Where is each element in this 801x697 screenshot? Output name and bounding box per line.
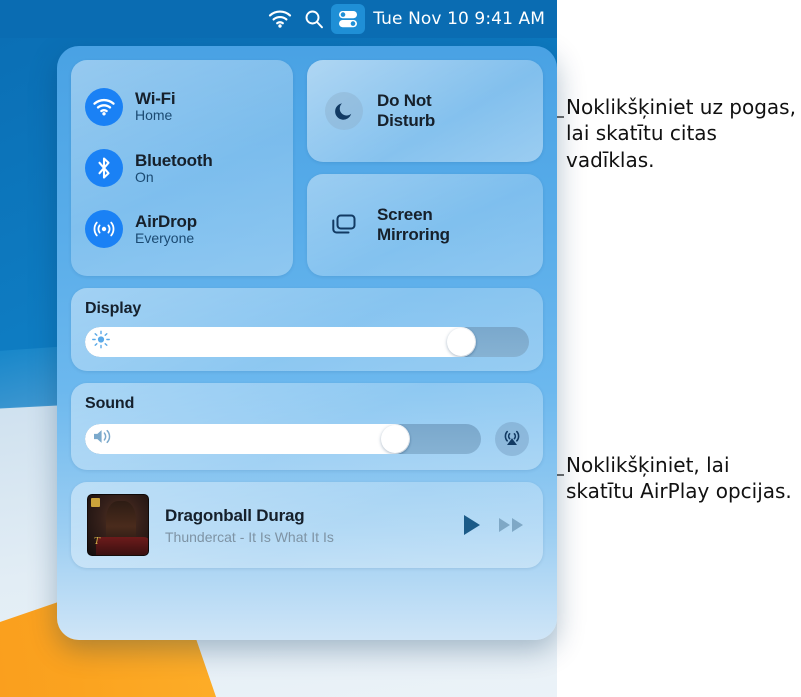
connectivity-text-airdrop: AirDrop Everyone	[135, 212, 197, 247]
brightness-icon	[92, 330, 110, 354]
artwork-label-logo	[91, 498, 100, 507]
connectivity-item-bluetooth[interactable]: Bluetooth On	[85, 148, 279, 187]
connectivity-text-wifi: Wi-Fi Home	[135, 89, 176, 124]
sound-slider-knob[interactable]	[380, 425, 409, 453]
connectivity-item-airdrop[interactable]: AirDrop Everyone	[85, 210, 279, 249]
fast-forward-icon[interactable]	[497, 514, 527, 536]
mirroring-label-line2: Mirroring	[377, 225, 450, 244]
wifi-title: Wi-Fi	[135, 89, 176, 109]
now-playing-tile: T Dragonball Durag Thundercat - It Is Wh…	[71, 482, 543, 568]
wifi-icon	[85, 87, 123, 126]
connectivity-text-bluetooth: Bluetooth On	[135, 151, 213, 186]
display-slider-wrap	[85, 327, 529, 357]
play-icon[interactable]	[461, 513, 483, 537]
screen-mirroring-tile[interactable]: Screen Mirroring	[307, 174, 543, 276]
now-playing-controls	[461, 513, 527, 537]
menu-bar-clock[interactable]: Tue Nov 10 9:41 AM	[365, 9, 545, 29]
sound-slider-wrap	[85, 422, 529, 456]
control-center-panel: Wi-Fi Home Bluetooth On AirDrop Everyone…	[57, 46, 557, 640]
display-brightness-slider[interactable]	[85, 327, 529, 357]
now-playing-subtitle: Thundercat - It Is What It Is	[165, 528, 334, 545]
display-label: Display	[85, 300, 142, 317]
sound-slider-fill	[85, 424, 410, 454]
display-slider-knob[interactable]	[446, 328, 475, 356]
sound-volume-slider[interactable]	[85, 424, 481, 454]
now-playing-text: Dragonball Durag Thundercat - It Is What…	[165, 506, 445, 545]
now-playing-title: Dragonball Durag	[165, 505, 305, 525]
screen-mirroring-label: Screen Mirroring	[377, 205, 450, 245]
dnd-label-line2: Disturb	[377, 111, 436, 130]
display-slider-fill	[85, 327, 476, 357]
display-tile: Display	[71, 288, 543, 371]
bluetooth-title: Bluetooth	[135, 150, 213, 170]
bluetooth-status: On	[135, 168, 154, 185]
airdrop-title: AirDrop	[135, 211, 197, 231]
airplay-button[interactable]	[495, 422, 529, 456]
menu-bar: Tue Nov 10 9:41 AM	[0, 0, 557, 38]
connectivity-item-wifi[interactable]: Wi-Fi Home	[85, 87, 279, 126]
bluetooth-icon	[85, 148, 123, 187]
screen-mirroring-icon	[325, 206, 363, 244]
callout-text-1: Noklikšķiniet uz pogas, lai skatītu cita…	[566, 95, 796, 172]
control-center-right-column: Do Not Disturb Screen Mirroring	[307, 60, 543, 276]
artwork-signature: T	[94, 537, 101, 547]
do-not-disturb-tile[interactable]: Do Not Disturb	[307, 60, 543, 162]
dnd-label-line1: Do Not	[377, 90, 432, 110]
search-icon[interactable]	[297, 4, 331, 34]
airplay-icon	[501, 426, 523, 453]
moon-icon	[325, 92, 363, 130]
wifi-status: Home	[135, 107, 173, 124]
callout-do-not-disturb: Noklikšķiniet uz pogas, lai skatītu cita…	[566, 94, 801, 173]
airdrop-status: Everyone	[135, 229, 195, 246]
sound-tile: Sound	[71, 383, 543, 470]
album-artwork[interactable]: T	[87, 494, 149, 556]
wifi-icon[interactable]	[263, 4, 297, 34]
screenshot-root: Tue Nov 10 9:41 AM Wi-Fi Home Bluetooth …	[0, 0, 801, 697]
control-center-icon[interactable]	[331, 4, 366, 34]
do-not-disturb-label: Do Not Disturb	[377, 91, 435, 131]
airdrop-icon	[85, 210, 123, 249]
connectivity-tile: Wi-Fi Home Bluetooth On AirDrop Everyone	[71, 60, 293, 276]
callout-text-2: Noklikšķiniet, lai skatītu AirPlay opcij…	[566, 453, 792, 504]
callout-airplay: Noklikšķiniet, lai skatītu AirPlay opcij…	[566, 452, 801, 505]
mirroring-label-line1: Screen	[377, 204, 433, 224]
sound-label: Sound	[85, 395, 135, 412]
control-center-top-row: Wi-Fi Home Bluetooth On AirDrop Everyone…	[71, 60, 543, 276]
volume-icon	[92, 428, 114, 451]
artwork-body	[96, 537, 148, 555]
